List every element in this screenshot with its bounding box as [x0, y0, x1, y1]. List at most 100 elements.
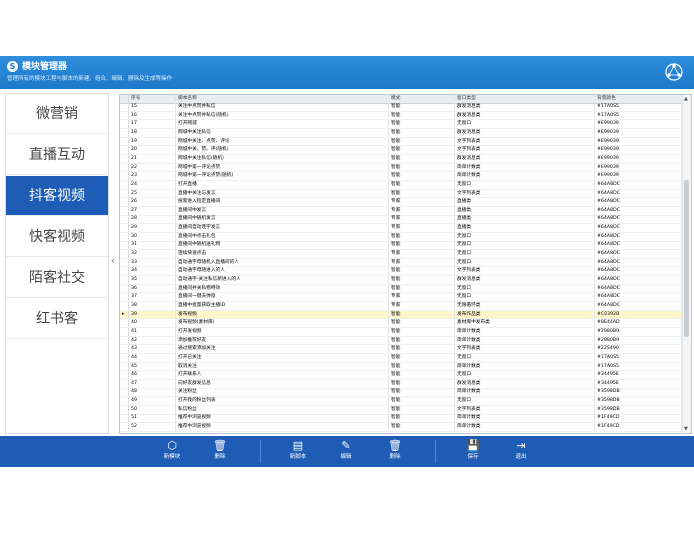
sidebar-item-micro-marketing[interactable]: 微营销 [6, 94, 108, 134]
delete-script-button[interactable]: 🗑 删除 [377, 436, 413, 467]
row-id: 21 [129, 154, 176, 163]
table-row[interactable]: 51 推荐中浏览视频 智能 简单计数类 #1F49CD [120, 414, 682, 424]
scroll-up-icon[interactable]: ▲ [684, 96, 688, 102]
row-mode: 智能 [389, 345, 455, 353]
row-window-type: 群发消息类 [455, 276, 595, 284]
table-row[interactable]: 35 自动通字-关注私信新进入的人 智能 群发消息类 #64A8DC [120, 276, 682, 285]
row-id: 50 [129, 405, 176, 414]
sidebar-item-kuaike-video[interactable]: 快客视频 [6, 217, 108, 257]
save-button[interactable]: 💾 保存 [455, 436, 491, 467]
header-mode[interactable]: 模式 [389, 95, 455, 103]
row-script-name: 打开已关注 [176, 353, 389, 362]
table-row[interactable]: 30 直播间中点击礼包 智能 无窗口 #64A8DC [120, 232, 682, 242]
row-marker [120, 301, 129, 310]
table-row[interactable]: 18 网城中关注私信 智能 群发消息类 #E99039 [120, 128, 682, 138]
scroll-down-icon[interactable]: ▼ [684, 426, 688, 432]
row-mode: 智能 [389, 111, 455, 120]
table-row[interactable]: 36 直播间并关私物特效 智能 无窗口 #64A8DC [120, 284, 682, 294]
table-row[interactable]: 22 网城中第一评论点赞 智能 简单计数类 #E99039 [120, 163, 682, 173]
table-row[interactable]: 48 关注粉丝 智能 简单计数类 #3598DB [120, 388, 682, 398]
table-row[interactable]: 34 自动通字母随进入的人 智能 文字列表类 #64A8DC [120, 267, 682, 277]
new-module-icon: ⬡ [167, 439, 177, 452]
row-marker [120, 319, 129, 327]
row-bg-color: #C0392B [595, 310, 682, 319]
table-row[interactable]: 40 发布视频(素材库) 智能 素材库中发布类 #8E44AD [120, 319, 682, 328]
row-window-type: 素材库中发布类 [455, 319, 595, 327]
sidebar-item-douyin-video[interactable]: 抖客视频 [6, 176, 108, 216]
header-id[interactable]: 序号 [129, 95, 176, 103]
row-marker [120, 414, 129, 423]
row-marker [120, 103, 129, 111]
table-row[interactable]: 17 打开网城 智能 无窗口 #E99039 [120, 120, 682, 130]
row-bg-color: #64A8DC [595, 241, 682, 250]
table-row[interactable]: 45 取消关注 智能 简单计数类 #17A0S5 [120, 362, 682, 372]
scroll-thumb[interactable] [684, 180, 689, 337]
table-row[interactable]: ▸ 39 发布视频 智能 发布作品类 #C0392B [120, 310, 682, 320]
row-id: 31 [129, 241, 176, 250]
row-bg-color: #E99039 [595, 146, 682, 154]
row-bg-color: #64A8DC [595, 206, 682, 215]
row-marker [120, 189, 129, 198]
row-bg-color: #E99039 [595, 154, 682, 163]
header-window-type[interactable]: 窗口类型 [455, 95, 595, 103]
table-row[interactable]: 37 直播间一键去弹窗 专家 无窗口 #64A8DC [120, 293, 682, 303]
delete-module-button[interactable]: 🗑 删除 [202, 436, 238, 467]
table-row[interactable]: 27 直播间中发言 专家 直播类 #64A8DC [120, 206, 682, 216]
share-icon[interactable] [664, 62, 684, 82]
row-window-type: 文字列表类 [455, 267, 595, 276]
table-row[interactable]: 43 通过搜索添加关注 智能 文字列表类 #22S490 [120, 345, 682, 354]
table-row[interactable]: 52 推荐中浏览视频 智能 简单计数类 #1F49CD [120, 423, 682, 432]
delete-module-label: 删除 [214, 454, 226, 460]
row-bg-color: #64A8DC [595, 189, 682, 198]
table-row[interactable]: 50 私信粉丝 智能 文字列表类 #3598DB [120, 405, 682, 415]
table-row[interactable]: 26 搜索进入指定直播间 专家 直播类 #64A8DC [120, 198, 682, 207]
table-row[interactable]: 42 添加推荐好友 智能 简单计数类 #2980B9 [120, 336, 682, 346]
table-scrollbar[interactable]: ▲ ▼ [682, 95, 691, 433]
row-marker [120, 232, 129, 241]
sidebar-item-live-interaction[interactable]: 直播互动 [6, 135, 108, 175]
table-row[interactable]: 33 自动通字母随机入直播间的人 专家 无窗口 #64A8DC [120, 258, 682, 268]
table-row[interactable]: 15 关注中点赞并私信 智能 群发消息类 #17A0S5 [120, 103, 682, 112]
row-marker [120, 371, 129, 379]
table-row[interactable]: 21 网城中关注私信(随机) 智能 群发消息类 #E99039 [120, 154, 682, 164]
new-script-button[interactable]: ▤ 新脚本 [280, 436, 316, 467]
row-script-name: 直播间并关私物特效 [176, 284, 389, 293]
sidebar-item-stranger-social[interactable]: 陌客社交 [6, 258, 108, 298]
header-script-name[interactable]: 脚本名称 [176, 95, 389, 103]
table-row[interactable]: 20 网城中关、赞、评(随机) 智能 文字列表类 #E99039 [120, 146, 682, 155]
table-row[interactable]: 23 网城中第一评论点赞(随机) 智能 简单计数类 #E99039 [120, 172, 682, 181]
sidebar-item-redbook[interactable]: 红书客 [6, 299, 108, 339]
row-mode: 智能 [389, 103, 455, 111]
row-id: 15 [129, 103, 176, 111]
table-row[interactable]: 31 直播间中随机送礼物 智能 无窗口 #64A8DC [120, 241, 682, 251]
row-marker [120, 224, 129, 232]
exit-button[interactable]: ⇥ 退出 [503, 436, 539, 467]
table-row[interactable]: 24 打开直播 智能 无窗口 #64A8DC [120, 180, 682, 190]
row-script-name: 通过搜索添加关注 [176, 345, 389, 353]
save-label: 保存 [467, 454, 479, 460]
table-row[interactable]: 44 打开已关注 智能 无窗口 #17A0S5 [120, 353, 682, 363]
table-row[interactable]: 28 直播间中随机发言 专家 直播类 #64A8DC [120, 215, 682, 225]
table-row[interactable]: 46 打开联系人 智能 无窗口 #34495E [120, 371, 682, 380]
row-bg-color: #64A8DC [595, 276, 682, 284]
table-row[interactable]: 32 连续快速点击 专家 无窗口 #64A8DC [120, 250, 682, 259]
table-row[interactable]: 25 直播中关注与发言 智能 文字列表类 #64A8DC [120, 189, 682, 199]
table-row[interactable]: 19 网城中关注、点赞、评论 智能 文字列表类 #E99039 [120, 137, 682, 147]
row-id: 23 [129, 172, 176, 180]
row-mode: 智能 [389, 362, 455, 371]
edit-button[interactable]: ✎ 编辑 [328, 436, 364, 467]
row-marker [120, 258, 129, 267]
table-row[interactable]: 41 打开发视频 智能 简单计数类 #2980B9 [120, 327, 682, 337]
table-row[interactable]: 16 关注中点赞并私信(随机) 智能 群发消息类 #17A0S5 [120, 111, 682, 121]
row-script-name: 推荐中浏览视频 [176, 414, 389, 423]
table-row[interactable]: 47 向好友群发信息 智能 群发消息类 #34495E [120, 379, 682, 389]
table-row[interactable]: 38 直播中批量获取主播ID 专家 无限循环类 #64A8DC [120, 301, 682, 311]
row-bg-color: #2980B9 [595, 327, 682, 336]
new-module-button[interactable]: ⬡ 新模块 [154, 436, 190, 467]
collapse-sidebar-icon[interactable]: ‹ [108, 254, 118, 268]
table-row[interactable]: 29 直播间自动连字发言 专家 直播类 #64A8DC [120, 224, 682, 233]
row-script-name: 网城中关注私信(随机) [176, 154, 389, 163]
header-bg-color[interactable]: 背景颜色 [595, 95, 682, 103]
row-marker [120, 111, 129, 120]
table-row[interactable]: 49 打开我的粉丝列表 智能 无窗口 #3598DB [120, 397, 682, 406]
